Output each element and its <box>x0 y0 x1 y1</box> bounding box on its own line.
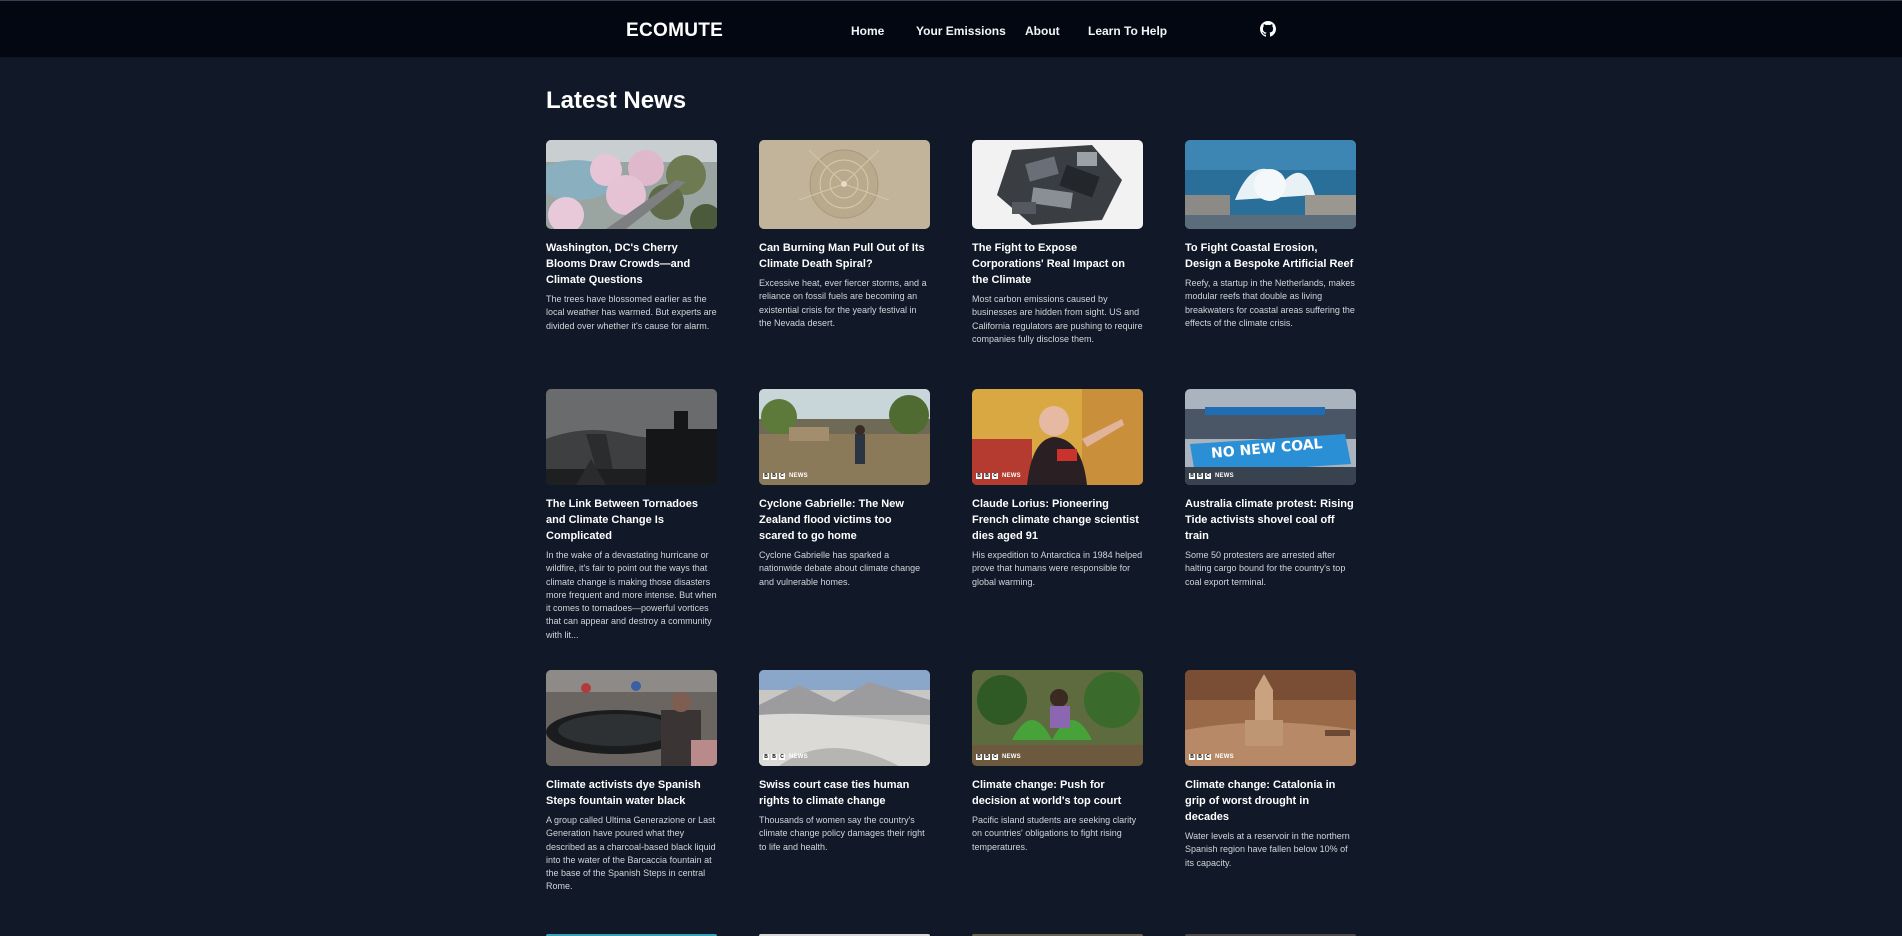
nav-your-emissions-link[interactable]: Your Emissions <box>916 23 1006 39</box>
news-card[interactable]: NO NEW COAL B B C NEWS Australia climate pr… <box>1185 389 1356 589</box>
article-thumbnail[interactable]: B B C NEWS <box>972 670 1143 766</box>
article-thumbnail[interactable] <box>972 140 1143 229</box>
article-title[interactable]: The Link Between Tornadoes and Climate C… <box>546 496 717 544</box>
article-description: The trees have blossomed earlier as the … <box>546 294 717 331</box>
nav-learn-to-help-link[interactable]: Learn To Help <box>1088 23 1167 39</box>
news-card[interactable]: Can Burning Man Pull Out of Its Climate … <box>759 140 930 330</box>
news-card[interactable]: Washington, DC's Cherry Blooms Draw Crow… <box>546 140 717 333</box>
article-description: Reefy, a startup in the Netherlands, mak… <box>1185 278 1355 328</box>
page-heading: Latest News <box>546 87 687 114</box>
article-description: His expedition to Antarctica in 1984 hel… <box>972 550 1143 587</box>
article-title[interactable]: Can Burning Man Pull Out of Its Climate … <box>759 240 930 272</box>
article-description: Most carbon emissions caused by business… <box>972 294 1143 344</box>
article-title[interactable]: The Fight to Expose Corporations' Real I… <box>972 240 1143 288</box>
brand-logo[interactable]: ECOMUTE <box>626 19 723 43</box>
article-title[interactable]: Washington, DC's Cherry Blooms Draw Crow… <box>546 240 717 288</box>
news-card[interactable]: B B C NEWS Climate change: Catalonia in gri… <box>1185 670 1356 870</box>
article-title[interactable]: Australia climate protest: Rising Tide a… <box>1185 496 1356 544</box>
article-description: Cyclone Gabrielle has sparked a nationwi… <box>759 550 921 587</box>
nav-about-link[interactable]: About <box>1025 23 1060 39</box>
bbc-news-badge: B B C NEWS <box>1189 754 1234 760</box>
navbar: ECOMUTE Home Your Emissions About Learn … <box>0 0 1902 57</box>
article-title[interactable]: Swiss court case ties human rights to cl… <box>759 777 930 809</box>
article-description: Pacific island students are seeking clar… <box>972 815 1137 852</box>
article-description: In the wake of a devastating hurricane o… <box>546 550 717 640</box>
news-card[interactable]: B B C NEWS Swiss court case ties human righ… <box>759 670 930 854</box>
article-description: A group called Ultima Generazione or Las… <box>546 815 716 892</box>
article-description: Some 50 protesters are arrested after ha… <box>1185 550 1346 587</box>
news-card[interactable]: B B C NEWS Claude Lorius: Pioneering French… <box>972 389 1143 589</box>
news-card[interactable]: To Fight Coastal Erosion, Design a Bespo… <box>1185 140 1356 330</box>
article-thumbnail[interactable] <box>546 389 717 485</box>
article-thumbnail[interactable] <box>546 670 717 766</box>
article-thumbnail[interactable]: B B C NEWS <box>972 389 1143 485</box>
news-card[interactable]: Climate activists dye Spanish Steps foun… <box>546 670 717 894</box>
news-card[interactable]: The Link Between Tornadoes and Climate C… <box>546 389 717 642</box>
article-thumbnail[interactable]: B B C NEWS <box>759 670 930 766</box>
article-title[interactable]: Climate activists dye Spanish Steps foun… <box>546 777 717 809</box>
article-thumbnail[interactable] <box>759 140 930 229</box>
bbc-news-badge: B B C NEWS <box>763 754 808 760</box>
article-thumbnail[interactable] <box>1185 140 1356 229</box>
news-card[interactable]: The Fight to Expose Corporations' Real I… <box>972 140 1143 346</box>
article-thumbnail[interactable] <box>546 140 717 229</box>
bbc-news-badge: B B C NEWS <box>976 754 1021 760</box>
news-card[interactable]: B B C NEWS Climate change: Push for decisio… <box>972 670 1143 854</box>
article-description: Water levels at a reservoir in the north… <box>1185 831 1350 868</box>
article-thumbnail[interactable]: NO NEW COAL B B C NEWS <box>1185 389 1356 485</box>
article-title[interactable]: Cyclone Gabrielle: The New Zealand flood… <box>759 496 930 544</box>
article-description: Thousands of women say the country's cli… <box>759 815 925 852</box>
bbc-news-badge: B B C NEWS <box>763 473 808 479</box>
github-icon[interactable] <box>1260 21 1276 37</box>
article-title[interactable]: Claude Lorius: Pioneering French climate… <box>972 496 1143 544</box>
article-thumbnail[interactable]: B B C NEWS <box>1185 670 1356 766</box>
bbc-news-badge: B B C NEWS <box>976 473 1021 479</box>
article-thumbnail[interactable]: B B C NEWS <box>759 389 930 485</box>
bbc-news-badge: B B C NEWS <box>1189 473 1234 479</box>
article-description: Excessive heat, ever fiercer storms, and… <box>759 278 927 328</box>
article-title[interactable]: Climate change: Push for decision at wor… <box>972 777 1143 809</box>
article-title[interactable]: Climate change: Catalonia in grip of wor… <box>1185 777 1356 825</box>
article-title[interactable]: To Fight Coastal Erosion, Design a Bespo… <box>1185 240 1356 272</box>
nav-home-link[interactable]: Home <box>851 23 884 39</box>
news-card[interactable]: B B C NEWS Cyclone Gabrielle: The New Zeala… <box>759 389 930 589</box>
